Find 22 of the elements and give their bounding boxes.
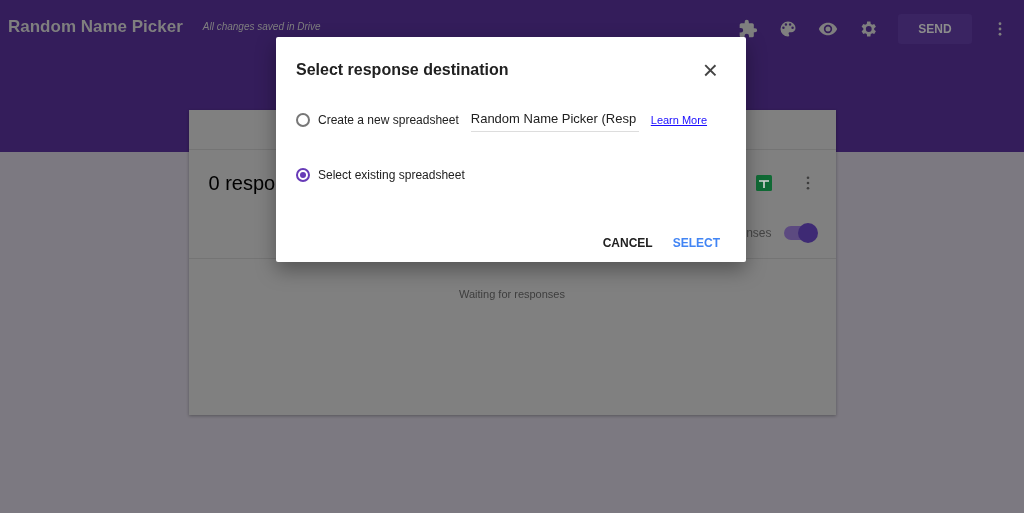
accepting-responses-label: nses bbox=[746, 225, 772, 242]
puzzle-icon[interactable] bbox=[738, 19, 758, 39]
palette-icon[interactable] bbox=[778, 19, 798, 39]
radio-button[interactable] bbox=[296, 167, 310, 182]
response-count: 0 respo bbox=[208, 171, 276, 196]
cancel-button[interactable]: CANCEL bbox=[602, 233, 653, 252]
option-label: Create a new spreadsheet bbox=[318, 112, 459, 130]
more-icon[interactable] bbox=[805, 176, 810, 190]
radio-button[interactable] bbox=[296, 113, 310, 128]
option-label: Select existing spreadsheet bbox=[318, 166, 465, 184]
empty-message: Waiting for responses bbox=[459, 287, 565, 302]
save-status: All changes saved in Drive bbox=[202, 20, 321, 34]
dialog-title: Select response destination bbox=[296, 60, 509, 80]
send-button[interactable]: SEND bbox=[898, 14, 972, 44]
learn-more-link[interactable]: Learn More bbox=[650, 112, 708, 129]
spreadsheet-name-field[interactable]: Random Name Picker (Resp bbox=[470, 109, 639, 132]
select-button[interactable]: SELECT bbox=[672, 233, 720, 252]
more-icon[interactable] bbox=[998, 22, 1002, 36]
accepting-toggle[interactable] bbox=[783, 226, 816, 240]
spreadsheet-icon[interactable] bbox=[755, 175, 772, 191]
close-button[interactable]: × bbox=[702, 57, 718, 83]
form-title: Random Name Picker bbox=[8, 16, 183, 38]
